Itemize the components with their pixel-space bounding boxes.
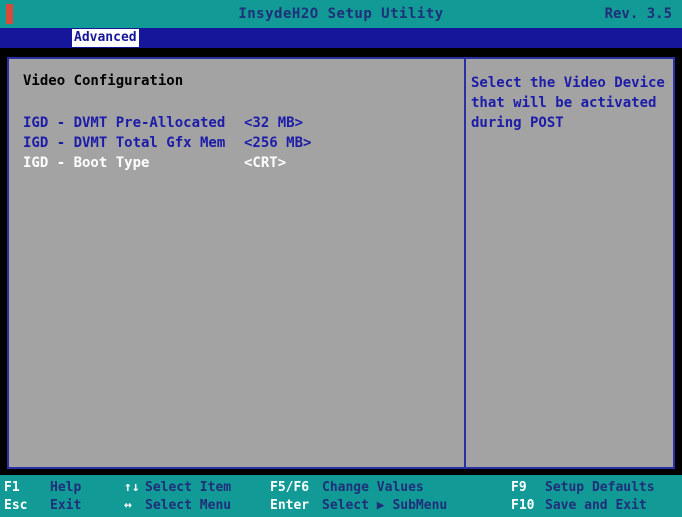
setting-label: IGD - DVMT Pre-Allocated (23, 115, 226, 131)
key-desc-exit: Exit (50, 498, 82, 513)
key-f10: F10 (511, 498, 535, 513)
tab-advanced[interactable]: Advanced (72, 29, 139, 47)
title-bar: InsydeH2O Setup Utility Rev. 3.5 (0, 0, 682, 28)
setting-value[interactable]: <256 MB> (244, 135, 311, 151)
key-f9: F9 (511, 480, 527, 495)
setting-value[interactable]: <32 MB> (244, 115, 303, 131)
footer-key-legend: F1 Help ↑↓ Select Item F5/F6 Change Valu… (0, 475, 682, 517)
key-esc: Esc (4, 498, 28, 513)
help-text: Select the Video Device that will be act… (471, 75, 665, 131)
key-desc-change-values: Change Values (322, 480, 424, 495)
key-f5-f6: F5/F6 (270, 480, 310, 495)
main-panel: Video Configuration IGD - DVMT Pre-Alloc… (7, 57, 675, 469)
key-enter: Enter (270, 498, 310, 513)
setting-label: IGD - DVMT Total Gfx Mem (23, 135, 226, 151)
revision-label: Rev. 3.5 (604, 6, 672, 22)
setting-dvmt-pre-allocated[interactable]: IGD - DVMT Pre-Allocated <32 MB> (23, 115, 443, 135)
key-f1: F1 (4, 480, 20, 495)
key-up-down: ↑↓ (124, 480, 140, 495)
setting-label: IGD - Boot Type (23, 155, 150, 171)
key-desc-setup-defaults: Setup Defaults (545, 480, 655, 495)
key-desc-select-submenu: Select ▶ SubMenu (322, 498, 448, 513)
menu-bar: Advanced (0, 28, 682, 48)
setting-boot-type[interactable]: IGD - Boot Type <CRT> (23, 155, 443, 175)
section-title: Video Configuration (23, 73, 184, 89)
panel-divider (464, 59, 466, 467)
key-left-right: ↔ (124, 498, 132, 513)
key-desc-save-exit: Save and Exit (545, 498, 647, 513)
setting-dvmt-total-gfx-mem[interactable]: IGD - DVMT Total Gfx Mem <256 MB> (23, 135, 443, 155)
app-title: InsydeH2O Setup Utility (238, 6, 444, 22)
key-desc-help: Help (50, 480, 82, 495)
setting-value[interactable]: <CRT> (244, 155, 286, 171)
key-desc-select-menu: Select Menu (145, 498, 232, 513)
bios-screen: InsydeH2O Setup Utility Rev. 3.5 Advance… (0, 0, 682, 517)
settings-list: IGD - DVMT Pre-Allocated <32 MB> IGD - D… (23, 115, 443, 175)
key-desc-select-item: Select Item (145, 480, 232, 495)
